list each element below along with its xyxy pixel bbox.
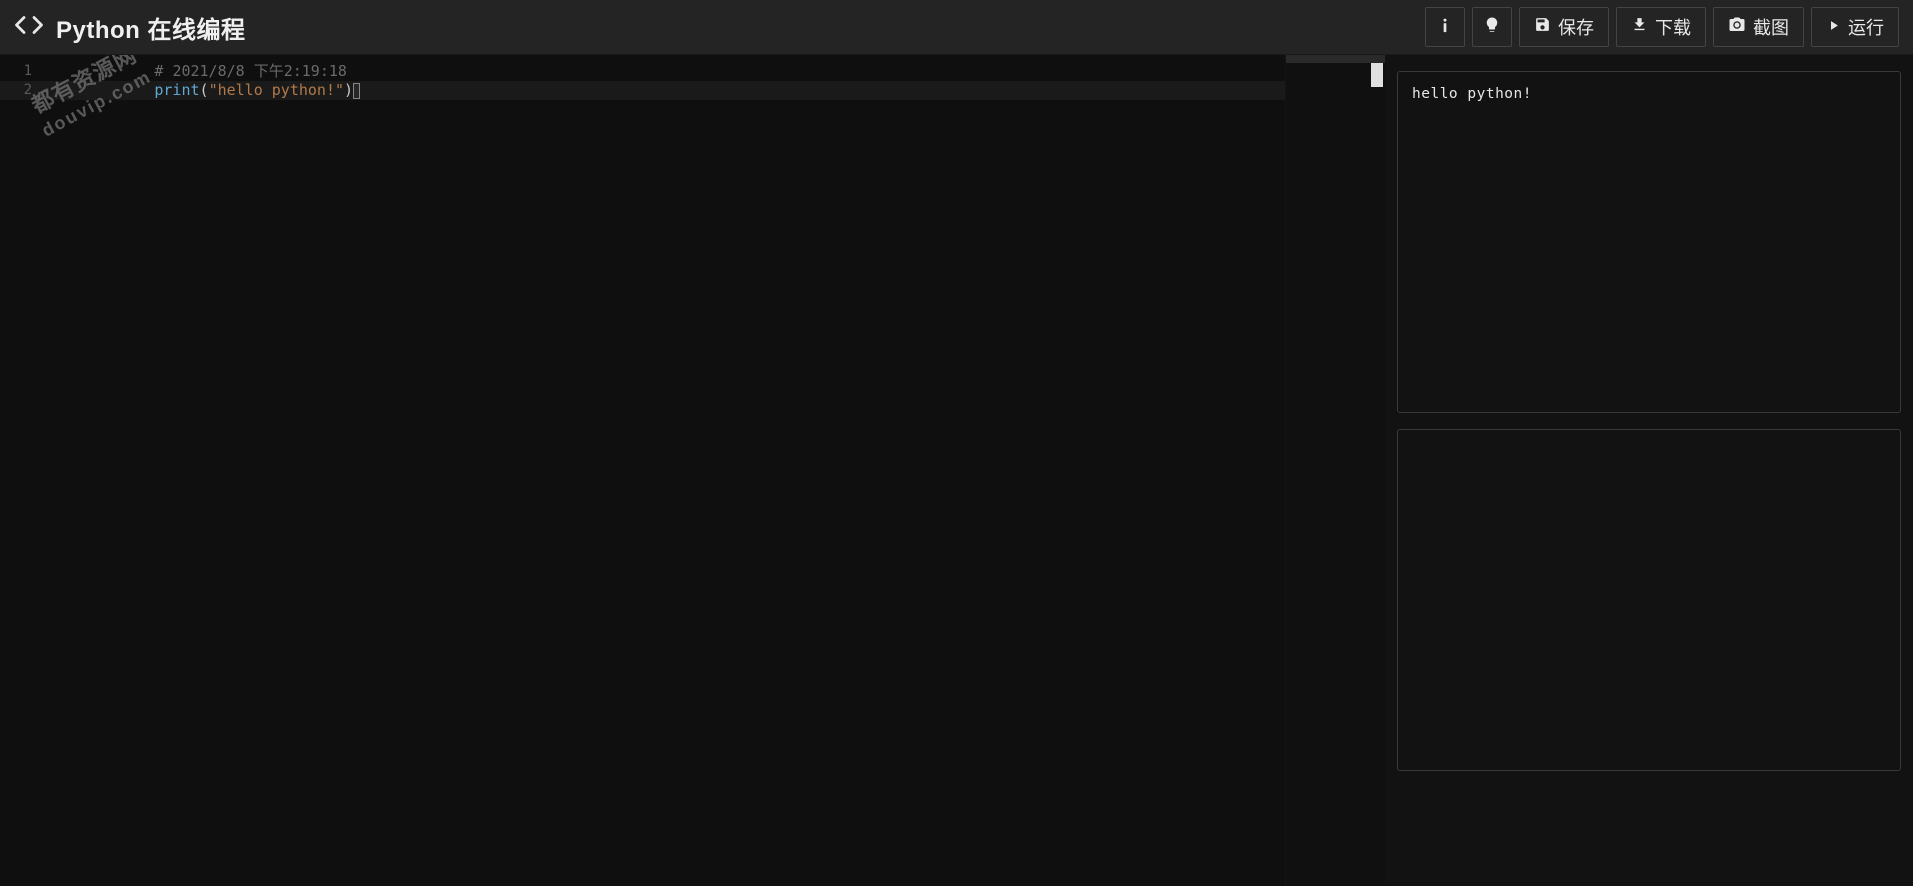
- page-title: Python 在线编程: [56, 10, 246, 45]
- download-icon: [1631, 16, 1648, 38]
- toolbar: 保存 下载 截图 运行: [1425, 7, 1899, 47]
- secondary-panel: [1397, 429, 1901, 771]
- code-paren: (: [200, 81, 209, 99]
- save-icon: [1534, 16, 1551, 38]
- code-function: print: [154, 81, 199, 99]
- run-button[interactable]: 运行: [1811, 7, 1899, 47]
- code-editor[interactable]: 1 # 2021/8/8 下午2:19:18 2 print("hello py…: [0, 55, 1285, 886]
- save-label: 保存: [1558, 14, 1594, 40]
- minimap-cursor-icon: [1371, 63, 1383, 87]
- info-icon: [1436, 16, 1454, 39]
- header-bar: Python 在线编程 保存 下载: [0, 0, 1913, 55]
- screenshot-label: 截图: [1753, 14, 1789, 40]
- play-icon: [1826, 17, 1841, 38]
- code-icon: [14, 10, 44, 45]
- editor-minimap[interactable]: [1285, 55, 1385, 886]
- download-label: 下载: [1655, 14, 1691, 40]
- minimap-viewport[interactable]: [1286, 55, 1385, 63]
- lightbulb-icon: [1483, 16, 1501, 39]
- cursor: [353, 83, 360, 99]
- run-label: 运行: [1848, 14, 1884, 40]
- save-button[interactable]: 保存: [1519, 7, 1609, 47]
- editor-pane: 都有资源网 douvip.com 1 # 2021/8/8 下午2:19:18 …: [0, 55, 1385, 886]
- line-number: 2: [0, 81, 46, 100]
- info-button[interactable]: [1425, 7, 1465, 47]
- hint-button[interactable]: [1472, 7, 1512, 47]
- code-paren: ): [344, 81, 353, 99]
- output-panel: hello python!: [1397, 71, 1901, 413]
- camera-icon: [1728, 16, 1746, 39]
- output-pane: hello python!: [1385, 55, 1913, 886]
- output-text: hello python!: [1412, 86, 1886, 102]
- main-area: 都有资源网 douvip.com 1 # 2021/8/8 下午2:19:18 …: [0, 55, 1913, 886]
- brand: Python 在线编程: [14, 10, 246, 45]
- code-string: "hello python!": [209, 81, 344, 99]
- download-button[interactable]: 下载: [1616, 7, 1706, 47]
- code-line: 2 print("hello python!"): [0, 81, 1285, 100]
- screenshot-button[interactable]: 截图: [1713, 7, 1804, 47]
- line-number: 1: [0, 62, 46, 81]
